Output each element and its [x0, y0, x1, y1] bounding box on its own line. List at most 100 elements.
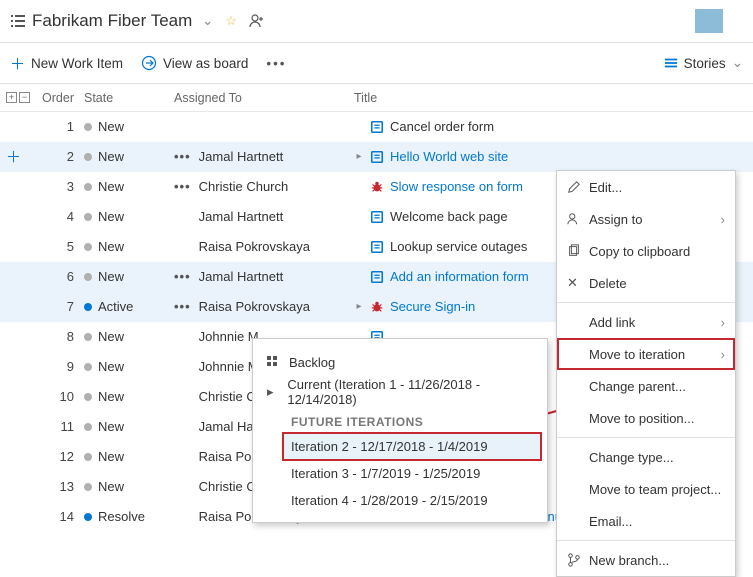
work-item-title: Secure Sign-in: [390, 299, 475, 314]
iteration-option-3[interactable]: Iteration 3 - 1/7/2019 - 1/25/2019: [253, 460, 547, 487]
assigned-cell: •••Raisa Pokrovskaya: [174, 299, 354, 314]
iteration-current[interactable]: ▸ Current (Iteration 1 - 11/26/2018 - 12…: [253, 377, 547, 407]
order-cell: 13: [34, 479, 84, 494]
state-dot-icon: [84, 423, 92, 431]
person-add-icon[interactable]: [249, 13, 265, 29]
new-work-item-label: New Work Item: [31, 56, 123, 71]
team-title[interactable]: Fabrikam Fiber Team: [32, 11, 192, 31]
work-item-title: Hello World web site: [390, 149, 508, 164]
iteration-backlog-label: Backlog: [289, 355, 335, 370]
col-state[interactable]: State: [84, 91, 174, 105]
backlog-icon: [10, 13, 26, 29]
state-cell: New: [84, 119, 174, 134]
row-handle[interactable]: ＋: [6, 146, 34, 167]
ctx-copy[interactable]: Copy to clipboard: [557, 235, 735, 267]
ctx-move-to-iteration[interactable]: Move to iteration ›: [557, 338, 735, 370]
assigned-cell: •••Raisa Pokrovskaya: [174, 239, 354, 254]
state-cell: Resolve: [84, 509, 174, 524]
chevron-down-icon[interactable]: ⌄: [202, 13, 213, 29]
order-cell: 6: [34, 269, 84, 284]
bug-icon: [370, 180, 384, 194]
iteration-submenu: Backlog ▸ Current (Iteration 1 - 11/26/2…: [252, 338, 548, 523]
stories-dropdown[interactable]: Stories ⌄: [664, 55, 743, 71]
ctx-assign-to[interactable]: Assign to ›: [557, 203, 735, 235]
state-dot-icon: [84, 183, 92, 191]
work-item-title: Welcome back page: [390, 209, 508, 224]
col-order[interactable]: Order: [34, 91, 84, 105]
assigned-cell: •••: [174, 119, 354, 134]
more-actions[interactable]: •••: [266, 56, 286, 71]
chevron-right-icon[interactable]: ▸: [354, 151, 364, 162]
ctx-email[interactable]: Email...: [557, 505, 735, 537]
order-cell: 1: [34, 119, 84, 134]
state-dot-icon: [84, 243, 92, 251]
more-icon[interactable]: •••: [174, 149, 191, 164]
user-story-icon: [370, 120, 384, 134]
state-dot-icon: [84, 303, 92, 311]
state-cell: New: [84, 419, 174, 434]
more-icon[interactable]: •••: [174, 269, 191, 284]
col-title[interactable]: Title: [354, 91, 753, 105]
order-cell: 4: [34, 209, 84, 224]
column-header-row: +− Order State Assigned To Title: [0, 84, 753, 112]
toolbar: ＋ New Work Item View as board ••• Storie…: [0, 43, 753, 83]
avatar[interactable]: [695, 9, 723, 33]
view-as-board-label: View as board: [163, 56, 248, 71]
ctx-new-branch[interactable]: New branch...: [557, 544, 735, 576]
work-item-row[interactable]: 1New•••Cancel order form: [0, 112, 753, 142]
copy-icon: [567, 244, 589, 258]
iteration-backlog[interactable]: Backlog: [253, 347, 547, 377]
user-story-icon: [370, 150, 384, 164]
state-cell: New: [84, 209, 174, 224]
state-dot-icon: [84, 333, 92, 341]
stack-icon: [664, 56, 678, 70]
ctx-move-team-project[interactable]: Move to team project...: [557, 473, 735, 505]
star-icon[interactable]: ☆: [225, 13, 237, 29]
title-cell[interactable]: ▸ Hello World web site: [354, 149, 753, 164]
ctx-add-link[interactable]: Add link ›: [557, 306, 735, 338]
title-cell[interactable]: Cancel order form: [354, 119, 753, 134]
state-dot-icon: [84, 153, 92, 161]
grid-icon: [267, 356, 289, 368]
user-story-icon: [370, 210, 384, 224]
context-menu: Edit... Assign to › Copy to clipboard ✕ …: [556, 170, 736, 577]
bug-icon: [370, 300, 384, 314]
more-icon[interactable]: •••: [174, 179, 191, 194]
chevron-right-icon[interactable]: ▸: [354, 301, 364, 312]
more-icon[interactable]: •••: [174, 299, 191, 314]
state-dot-icon: [84, 483, 92, 491]
ctx-move-position[interactable]: Move to position...: [557, 402, 735, 434]
state-cell: New: [84, 389, 174, 404]
order-cell: 7: [34, 299, 84, 314]
col-assigned[interactable]: Assigned To: [174, 91, 354, 105]
assigned-cell: •••Christie Church: [174, 179, 354, 194]
iteration-section-header: FUTURE ITERATIONS: [253, 407, 547, 433]
chevron-right-icon: ▸: [267, 384, 287, 400]
state-cell: New: [84, 449, 174, 464]
order-cell: 2: [34, 149, 84, 164]
ctx-edit[interactable]: Edit...: [557, 171, 735, 203]
work-item-row[interactable]: ＋2New•••Jamal Hartnett▸Hello World web s…: [0, 142, 753, 172]
state-cell: New: [84, 179, 174, 194]
state-cell: New: [84, 269, 174, 284]
expand-collapse-controls[interactable]: +−: [6, 92, 34, 103]
order-cell: 3: [34, 179, 84, 194]
person-icon: [567, 212, 589, 226]
iteration-option-4[interactable]: Iteration 4 - 1/28/2019 - 2/15/2019: [253, 487, 547, 514]
state-cell: New: [84, 329, 174, 344]
state-dot-icon: [84, 273, 92, 281]
state-cell: New: [84, 479, 174, 494]
new-work-item-button[interactable]: ＋ New Work Item: [10, 53, 123, 74]
chevron-down-icon: ⌄: [732, 55, 743, 71]
view-as-board-button[interactable]: View as board: [141, 55, 248, 71]
iteration-option-2[interactable]: Iteration 2 - 12/17/2018 - 1/4/2019: [283, 433, 541, 460]
ctx-change-parent[interactable]: Change parent...: [557, 370, 735, 402]
work-item-title: Add an information form: [390, 269, 529, 284]
ctx-change-type[interactable]: Change type...: [557, 441, 735, 473]
order-cell: 5: [34, 239, 84, 254]
pencil-icon: [567, 180, 589, 194]
stories-label: Stories: [684, 56, 726, 71]
ctx-delete[interactable]: ✕ Delete: [557, 267, 735, 299]
user-story-icon: [370, 240, 384, 254]
order-cell: 8: [34, 329, 84, 344]
